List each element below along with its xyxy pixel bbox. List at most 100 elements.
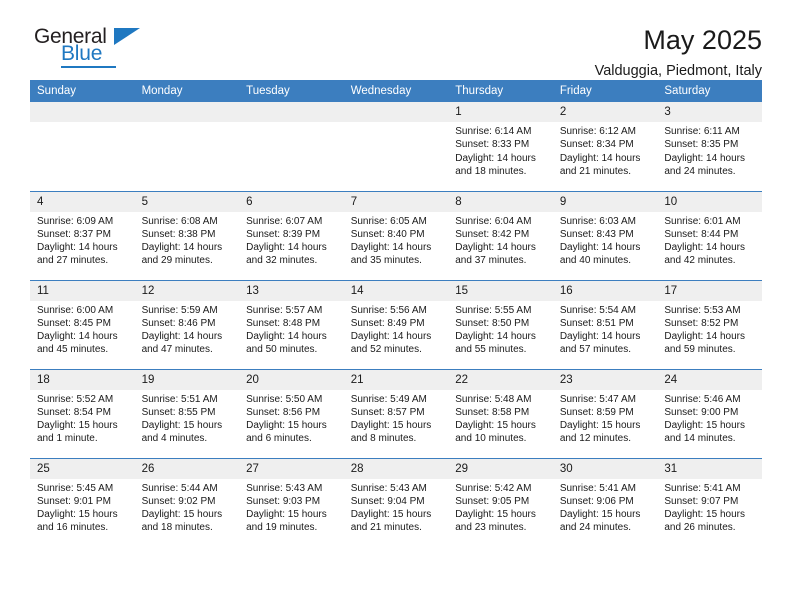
calendar-day-cell[interactable]: 11 Sunrise: 6:00 AM Sunset: 8:45 PM Dayligh… bbox=[30, 279, 135, 369]
daylight-text: Daylight: 14 hours and 59 minutes. bbox=[664, 331, 745, 356]
daylight-text: Daylight: 14 hours and 32 minutes. bbox=[246, 242, 327, 267]
daylight-text: Daylight: 14 hours and 29 minutes. bbox=[141, 242, 223, 267]
sunset-text: Sunset: 8:59 PM bbox=[559, 406, 634, 418]
logo-underline bbox=[61, 66, 116, 68]
day-number: 20 bbox=[239, 369, 344, 390]
sunset-text: Sunset: 8:52 PM bbox=[664, 317, 739, 329]
day-details: Sunrise: 5:42 AM Sunset: 9:05 PM Daylight:… bbox=[448, 479, 553, 535]
calendar-day-cell[interactable]: 22 Sunrise: 5:48 AM Sunset: 8:58 PM Dayligh… bbox=[448, 368, 553, 458]
calendar-day-cell[interactable]: 13 Sunrise: 5:57 AM Sunset: 8:48 PM Dayligh… bbox=[239, 279, 344, 369]
calendar-day-cell[interactable]: 14 Sunrise: 5:56 AM Sunset: 8:49 PM Dayligh… bbox=[343, 279, 449, 369]
sunrise-text: Sunrise: 5:52 AM bbox=[37, 393, 114, 405]
day-details: Sunrise: 6:14 AM Sunset: 8:33 PM Daylight:… bbox=[448, 122, 553, 178]
calendar-day-cell[interactable]: 18 Sunrise: 5:52 AM Sunset: 8:54 PM Dayligh… bbox=[30, 368, 135, 458]
calendar-day-cell[interactable]: 8 Sunrise: 6:04 AM Sunset: 8:42 PM Daylight… bbox=[448, 190, 553, 280]
calendar-week-row: 4 Sunrise: 6:09 AM Sunset: 8:37 PM Daylight… bbox=[30, 190, 762, 280]
sunset-text: Sunset: 8:48 PM bbox=[246, 317, 321, 329]
sunset-text: Sunset: 8:46 PM bbox=[141, 317, 216, 329]
day-number bbox=[239, 102, 344, 122]
calendar-day-cell[interactable]: 25 Sunrise: 5:45 AM Sunset: 9:01 PM Dayligh… bbox=[30, 457, 135, 547]
sunset-text: Sunset: 8:40 PM bbox=[350, 228, 425, 240]
sunrise-text: Sunrise: 5:43 AM bbox=[350, 482, 427, 494]
sunrise-text: Sunrise: 6:04 AM bbox=[455, 215, 532, 227]
calendar-day-cell[interactable]: 19 Sunrise: 5:51 AM Sunset: 8:55 PM Dayligh… bbox=[134, 368, 240, 458]
calendar-day-cell[interactable]: 24 Sunrise: 5:46 AM Sunset: 9:00 PM Dayligh… bbox=[657, 368, 762, 458]
calendar-day-cell[interactable]: 12 Sunrise: 5:59 AM Sunset: 8:46 PM Dayligh… bbox=[134, 279, 240, 369]
sunset-text: Sunset: 8:51 PM bbox=[559, 317, 634, 329]
daylight-text: Daylight: 15 hours and 12 minutes. bbox=[559, 420, 641, 445]
calendar-day-cell[interactable]: 16 Sunrise: 5:54 AM Sunset: 8:51 PM Dayligh… bbox=[552, 279, 658, 369]
calendar-day-cell[interactable]: 3 Sunrise: 6:11 AM Sunset: 8:35 PM Daylight… bbox=[657, 102, 762, 191]
day-details: Sunrise: 6:01 AM Sunset: 8:44 PM Daylight:… bbox=[657, 212, 762, 268]
day-details: Sunrise: 6:03 AM Sunset: 8:43 PM Daylight:… bbox=[553, 212, 658, 268]
sunset-text: Sunset: 8:33 PM bbox=[455, 139, 530, 151]
sunrise-text: Sunrise: 6:05 AM bbox=[350, 215, 427, 227]
day-number: 22 bbox=[448, 369, 553, 390]
calendar-day-cell-empty bbox=[239, 102, 344, 191]
daylight-text: Daylight: 15 hours and 19 minutes. bbox=[246, 509, 327, 534]
sunset-text: Sunset: 8:38 PM bbox=[141, 228, 216, 240]
day-number: 6 bbox=[239, 191, 344, 212]
calendar-day-cell[interactable]: 23 Sunrise: 5:47 AM Sunset: 8:59 PM Dayligh… bbox=[552, 368, 658, 458]
sunrise-text: Sunrise: 5:45 AM bbox=[37, 482, 114, 494]
calendar-day-cell[interactable]: 29 Sunrise: 5:42 AM Sunset: 9:05 PM Dayligh… bbox=[448, 457, 553, 547]
day-details: Sunrise: 5:49 AM Sunset: 8:57 PM Daylight:… bbox=[344, 390, 449, 446]
daylight-text: Daylight: 15 hours and 8 minutes. bbox=[350, 420, 432, 445]
calendar-day-cell[interactable]: 31 Sunrise: 5:41 AM Sunset: 9:07 PM Dayligh… bbox=[657, 457, 762, 547]
day-details: Sunrise: 5:53 AM Sunset: 8:52 PM Daylight:… bbox=[657, 301, 762, 357]
sunrise-text: Sunrise: 5:42 AM bbox=[455, 482, 532, 494]
daylight-text: Daylight: 14 hours and 21 minutes. bbox=[559, 152, 641, 177]
daylight-text: Daylight: 15 hours and 16 minutes. bbox=[37, 509, 118, 534]
sunset-text: Sunset: 8:35 PM bbox=[664, 139, 739, 151]
sunrise-text: Sunrise: 6:11 AM bbox=[664, 126, 740, 137]
day-number: 21 bbox=[343, 369, 449, 390]
calendar-body: 1 Sunrise: 6:14 AM Sunset: 8:33 PM Daylight… bbox=[30, 102, 762, 547]
day-details: Sunrise: 5:43 AM Sunset: 9:04 PM Daylight:… bbox=[344, 479, 449, 535]
calendar-day-cell[interactable]: 27 Sunrise: 5:43 AM Sunset: 9:03 PM Dayligh… bbox=[239, 457, 344, 547]
day-number: 26 bbox=[134, 458, 240, 479]
calendar-day-cell-empty bbox=[30, 102, 135, 191]
sunrise-text: Sunrise: 5:54 AM bbox=[559, 304, 636, 316]
calendar-day-cell[interactable]: 7 Sunrise: 6:05 AM Sunset: 8:40 PM Daylight… bbox=[343, 190, 449, 280]
sunrise-text: Sunrise: 6:08 AM bbox=[141, 215, 218, 227]
sunset-text: Sunset: 8:58 PM bbox=[455, 406, 530, 418]
day-number: 7 bbox=[343, 191, 449, 212]
sunset-text: Sunset: 9:04 PM bbox=[350, 495, 425, 507]
general-blue-logo[interactable]: General Blue bbox=[30, 26, 150, 72]
sunrise-text: Sunrise: 5:51 AM bbox=[141, 393, 218, 405]
day-details: Sunrise: 5:50 AM Sunset: 8:56 PM Daylight:… bbox=[239, 390, 344, 446]
calendar-day-cell[interactable]: 20 Sunrise: 5:50 AM Sunset: 8:56 PM Dayligh… bbox=[239, 368, 344, 458]
calendar-day-cell[interactable]: 9 Sunrise: 6:03 AM Sunset: 8:43 PM Daylight… bbox=[552, 190, 658, 280]
day-details: Sunrise: 5:55 AM Sunset: 8:50 PM Daylight:… bbox=[448, 301, 553, 357]
day-number: 10 bbox=[657, 191, 762, 212]
calendar-day-cell[interactable]: 6 Sunrise: 6:07 AM Sunset: 8:39 PM Daylight… bbox=[239, 190, 344, 280]
calendar-day-cell[interactable]: 30 Sunrise: 5:41 AM Sunset: 9:06 PM Dayligh… bbox=[552, 457, 658, 547]
day-details: Sunrise: 6:12 AM Sunset: 8:34 PM Daylight:… bbox=[553, 122, 658, 178]
day-details: Sunrise: 5:56 AM Sunset: 8:49 PM Daylight:… bbox=[344, 301, 449, 357]
day-details: Sunrise: 5:51 AM Sunset: 8:55 PM Daylight:… bbox=[135, 390, 240, 446]
sunrise-text: Sunrise: 6:00 AM bbox=[37, 304, 114, 316]
calendar-day-cell[interactable]: 17 Sunrise: 5:53 AM Sunset: 8:52 PM Dayligh… bbox=[657, 279, 762, 369]
day-number: 31 bbox=[657, 458, 762, 479]
day-details: Sunrise: 5:45 AM Sunset: 9:01 PM Daylight:… bbox=[30, 479, 135, 535]
sunset-text: Sunset: 8:44 PM bbox=[664, 228, 739, 240]
weekday-header-saturday: Saturday bbox=[657, 80, 762, 102]
sunrise-text: Sunrise: 5:59 AM bbox=[141, 304, 218, 316]
calendar-day-cell[interactable]: 15 Sunrise: 5:55 AM Sunset: 8:50 PM Dayligh… bbox=[448, 279, 553, 369]
calendar-day-cell[interactable]: 10 Sunrise: 6:01 AM Sunset: 8:44 PM Dayligh… bbox=[657, 190, 762, 280]
day-number: 29 bbox=[448, 458, 553, 479]
day-details: Sunrise: 5:41 AM Sunset: 9:06 PM Daylight:… bbox=[553, 479, 658, 535]
calendar-day-cell[interactable]: 21 Sunrise: 5:49 AM Sunset: 8:57 PM Dayligh… bbox=[343, 368, 449, 458]
calendar-day-cell[interactable]: 26 Sunrise: 5:44 AM Sunset: 9:02 PM Dayligh… bbox=[134, 457, 240, 547]
daylight-text: Daylight: 15 hours and 1 minute. bbox=[37, 420, 118, 445]
calendar-day-cell[interactable]: 4 Sunrise: 6:09 AM Sunset: 8:37 PM Daylight… bbox=[30, 190, 135, 280]
sunset-text: Sunset: 9:02 PM bbox=[141, 495, 216, 507]
daylight-text: Daylight: 15 hours and 18 minutes. bbox=[141, 509, 223, 534]
calendar-day-cell[interactable]: 5 Sunrise: 6:08 AM Sunset: 8:38 PM Daylight… bbox=[134, 190, 240, 280]
sunset-text: Sunset: 8:54 PM bbox=[37, 406, 111, 418]
calendar-day-cell[interactable]: 28 Sunrise: 5:43 AM Sunset: 9:04 PM Dayligh… bbox=[343, 457, 449, 547]
calendar-day-cell[interactable]: 1 Sunrise: 6:14 AM Sunset: 8:33 PM Daylight… bbox=[448, 102, 553, 191]
day-details: Sunrise: 5:57 AM Sunset: 8:48 PM Daylight:… bbox=[239, 301, 344, 357]
daylight-text: Daylight: 14 hours and 42 minutes. bbox=[664, 242, 745, 267]
calendar-day-cell[interactable]: 2 Sunrise: 6:12 AM Sunset: 8:34 PM Daylight… bbox=[552, 102, 658, 191]
